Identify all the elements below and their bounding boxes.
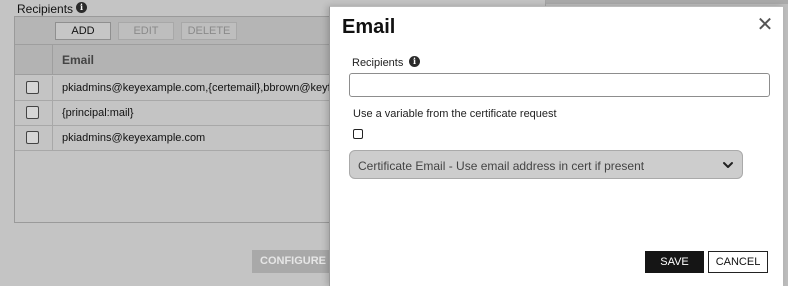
info-icon[interactable]: i bbox=[409, 56, 420, 67]
row-checkbox[interactable] bbox=[26, 131, 39, 144]
email-cell: pkiadmins@keyexample.com,{certemail},bbr… bbox=[62, 82, 337, 94]
use-variable-checkbox[interactable] bbox=[353, 129, 363, 139]
row-checkbox-cell bbox=[15, 101, 53, 125]
table-header: Email bbox=[15, 45, 343, 75]
grid-toolbar: ADD EDIT DELETE bbox=[15, 17, 343, 45]
panel-header-band bbox=[546, 0, 788, 4]
row-checkbox-cell bbox=[15, 126, 53, 150]
email-cell: {principal:mail} bbox=[62, 107, 134, 119]
recipients-label: Recipients bbox=[17, 2, 74, 16]
table-row[interactable]: pkiadmins@keyexample.com,{certemail},bbr… bbox=[15, 76, 343, 101]
recipients-field-label: Recipients bbox=[352, 57, 404, 69]
save-button[interactable]: SAVE bbox=[645, 251, 704, 273]
certificate-variable-select[interactable]: Certificate Email - Use email address in… bbox=[349, 150, 743, 179]
table-row[interactable]: {principal:mail} bbox=[15, 101, 343, 126]
delete-button[interactable]: DELETE bbox=[181, 22, 237, 40]
table-row[interactable]: pkiadmins@keyexample.com bbox=[15, 126, 343, 151]
info-icon: i bbox=[76, 2, 87, 13]
column-header-email[interactable]: Email bbox=[62, 53, 94, 67]
close-icon[interactable]: ✕ bbox=[756, 14, 774, 34]
header-checkbox-column bbox=[15, 45, 53, 74]
recipients-grid: ADD EDIT DELETE Email pkiadmins@keyexamp… bbox=[14, 16, 344, 223]
row-checkbox[interactable] bbox=[26, 81, 39, 94]
row-checkbox[interactable] bbox=[26, 106, 39, 119]
use-variable-label: Use a variable from the certificate requ… bbox=[353, 108, 557, 120]
email-dialog: Email ✕ Recipients i Use a variable from… bbox=[329, 6, 783, 286]
dialog-title: Email bbox=[342, 16, 396, 38]
chevron-down-icon bbox=[723, 162, 733, 168]
recipients-input[interactable] bbox=[349, 73, 770, 97]
row-checkbox-cell bbox=[15, 76, 53, 100]
select-value: Certificate Email - Use email address in… bbox=[358, 159, 645, 173]
add-button[interactable]: ADD bbox=[55, 22, 111, 40]
cancel-button[interactable]: CANCEL bbox=[708, 251, 768, 273]
email-cell: pkiadmins@keyexample.com bbox=[62, 132, 206, 144]
edit-button[interactable]: EDIT bbox=[118, 22, 174, 40]
